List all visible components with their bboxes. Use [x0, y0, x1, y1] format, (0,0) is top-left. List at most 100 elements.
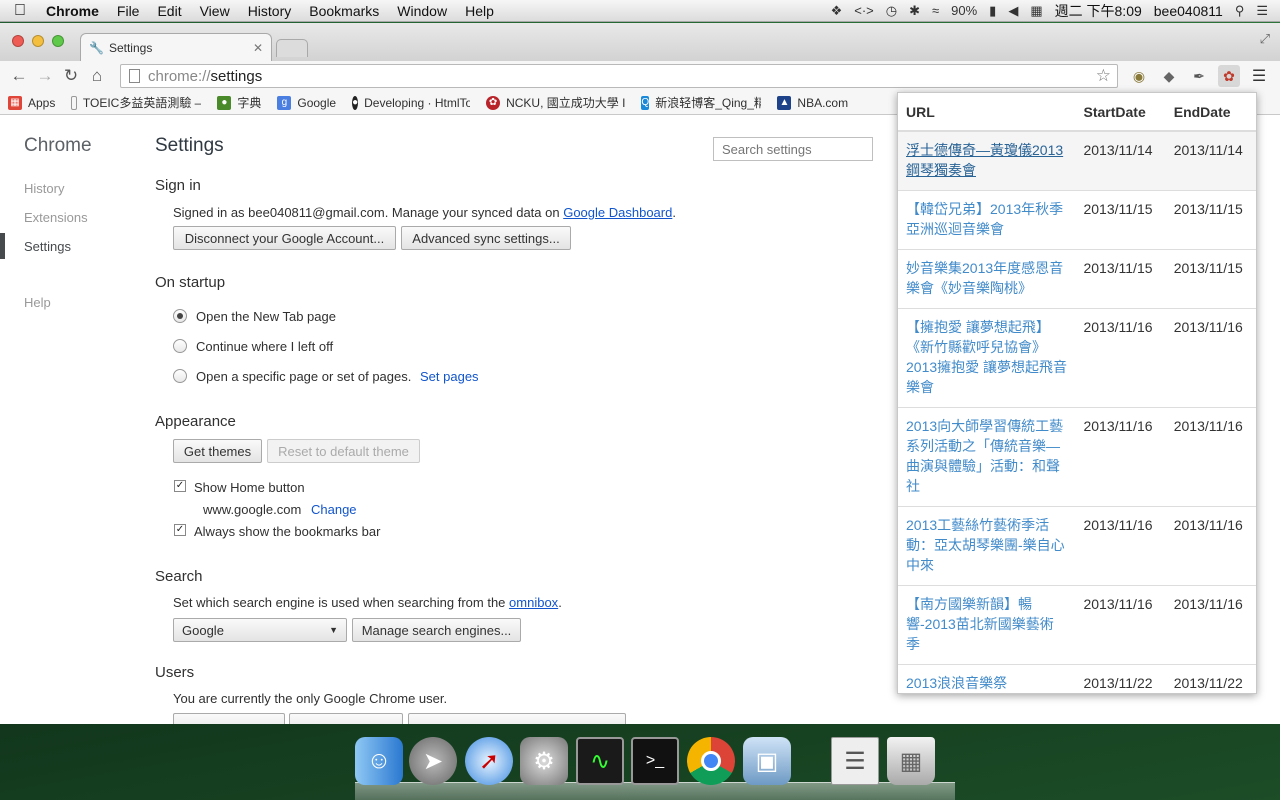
- search-engine-select[interactable]: Google ▼: [173, 618, 347, 642]
- bookmark-google[interactable]: g Google: [277, 95, 336, 110]
- wifi-icon[interactable]: ≈: [932, 3, 939, 18]
- event-link[interactable]: 【南方國樂新韻】暢響-2013苗北新國樂藝術季: [898, 585, 1076, 665]
- menu-bookmarks[interactable]: Bookmarks: [300, 3, 388, 19]
- menu-view[interactable]: View: [191, 3, 239, 19]
- trash-icon[interactable]: ▦: [887, 737, 935, 785]
- bookmark-developing[interactable]: ● Developing · HtmlTo: [352, 95, 470, 110]
- manage-search-engines-button[interactable]: Manage search engines...: [352, 618, 521, 642]
- chrome-menu-icon[interactable]: ☰: [1248, 65, 1270, 87]
- users-button[interactable]: [173, 713, 285, 724]
- apple-icon[interactable]: : [0, 2, 40, 20]
- nav-item-history[interactable]: History: [24, 181, 64, 196]
- bookmark-qing[interactable]: Q 新浪轻博客_Qing_精选: [641, 94, 761, 111]
- spotlight-icon[interactable]: ⚲: [1235, 3, 1245, 19]
- extension-eyedropper-icon[interactable]: ✒: [1188, 65, 1210, 87]
- input-method-icon[interactable]: ▦: [1030, 3, 1042, 19]
- extension-tag-icon[interactable]: ◆: [1158, 65, 1180, 87]
- preview-icon[interactable]: ▣: [743, 737, 791, 785]
- battery-icon[interactable]: ▮: [989, 3, 996, 19]
- bookmark-dictionary[interactable]: ● 字典: [217, 94, 261, 111]
- launchpad-icon[interactable]: ➤: [409, 737, 457, 785]
- chrome-icon[interactable]: [687, 737, 735, 785]
- signin-status: Signed in as bee040811@gmail.com. Manage…: [173, 205, 560, 220]
- omnibox-link[interactable]: omnibox: [509, 595, 558, 610]
- home-icon[interactable]: ⌂: [84, 66, 110, 86]
- dropbox-icon[interactable]: ❖: [831, 3, 843, 19]
- reset-theme-button[interactable]: Reset to default theme: [267, 439, 420, 463]
- reload-icon[interactable]: ↻: [58, 66, 84, 86]
- menu-file[interactable]: File: [108, 3, 149, 19]
- code-icon[interactable]: <·>: [854, 3, 874, 18]
- bookmarks-bar-checkbox[interactable]: ✓: [174, 524, 186, 536]
- show-home-checkbox[interactable]: ✓: [174, 480, 186, 492]
- activity-monitor-icon[interactable]: ∿: [576, 737, 624, 785]
- event-link[interactable]: 【擁抱愛 讓夢想起飛】《新竹縣歡呼兒協會》2013擁抱愛 讓夢想起飛音樂會: [898, 308, 1076, 408]
- forward-icon[interactable]: →: [32, 66, 58, 86]
- set-pages-link[interactable]: Set pages: [420, 369, 479, 384]
- menu-help[interactable]: Help: [456, 3, 503, 19]
- menu-window[interactable]: Window: [388, 3, 456, 19]
- start-date: 2013/11/16: [1075, 308, 1166, 408]
- start-date: 2013/11/15: [1075, 190, 1166, 250]
- time-machine-icon[interactable]: ◷: [886, 3, 897, 19]
- menu-history[interactable]: History: [239, 3, 301, 19]
- nav-item-help[interactable]: Help: [24, 295, 51, 310]
- notification-center-icon[interactable]: ☰: [1256, 3, 1268, 19]
- bookmark-star-icon[interactable]: ☆: [1096, 66, 1111, 86]
- google-dashboard-link[interactable]: Google Dashboard: [563, 205, 672, 220]
- close-tab-icon[interactable]: ✕: [253, 41, 263, 55]
- extension-globe-icon[interactable]: ◉: [1128, 65, 1150, 87]
- startup-specific-label[interactable]: Open a specific page or set of pages.: [196, 369, 411, 384]
- clock[interactable]: 週二 下午8:09: [1055, 1, 1142, 21]
- advanced-sync-button[interactable]: Advanced sync settings...: [401, 226, 571, 250]
- nav-item-settings[interactable]: Settings: [24, 239, 71, 254]
- close-window-button[interactable]: [12, 35, 24, 47]
- terminal-icon[interactable]: >_: [631, 737, 679, 785]
- end-date: 2013/11/15: [1165, 190, 1256, 250]
- users-button[interactable]: [289, 713, 403, 724]
- show-home-label[interactable]: Show Home button: [194, 480, 305, 495]
- tab-settings[interactable]: 🔧 Settings ✕: [80, 33, 272, 61]
- bookmark-toeic[interactable]: TOEIC多益英語測驗 –: [71, 94, 201, 111]
- event-link[interactable]: 2013工藝絲竹藝術季活動：亞太胡琴樂團-樂自心中來: [898, 506, 1076, 586]
- event-link[interactable]: 浮士德傳奇—黃瓊儀2013鋼琴獨奏會: [898, 130, 1076, 191]
- event-link[interactable]: 【韓岱兄弟】2013年秋季亞洲巡迴音樂會: [898, 190, 1076, 250]
- volume-icon[interactable]: ◀: [1008, 3, 1018, 19]
- system-preferences-icon[interactable]: ⚙: [520, 737, 568, 785]
- bookmark-label: 字典: [237, 96, 262, 110]
- change-home-link[interactable]: Change: [311, 502, 357, 517]
- get-themes-button[interactable]: Get themes: [173, 439, 262, 463]
- disconnect-account-button[interactable]: Disconnect your Google Account...: [173, 226, 396, 250]
- minimize-window-button[interactable]: [32, 35, 44, 47]
- extension-event-icon[interactable]: ✿: [1218, 65, 1240, 87]
- menu-edit[interactable]: Edit: [148, 3, 190, 19]
- startup-new-tab-label[interactable]: Open the New Tab page: [196, 309, 336, 324]
- safari-icon[interactable]: ➚: [465, 737, 513, 785]
- documents-icon[interactable]: ☰: [831, 737, 879, 785]
- back-icon[interactable]: ←: [6, 66, 32, 86]
- zoom-window-button[interactable]: [52, 35, 64, 47]
- bookmark-ncku[interactable]: ✿ NCKU, 國立成功大學 I: [486, 94, 625, 111]
- fullscreen-icon[interactable]: ⤢: [1260, 31, 1270, 47]
- signin-text: Signed in as bee040811@gmail.com. Manage…: [173, 205, 676, 220]
- event-link[interactable]: 妙音樂集2013年度感恩音樂會《妙音樂陶桃》: [898, 249, 1076, 309]
- bookmark-apps[interactable]: ▦ Apps: [8, 95, 55, 110]
- bluetooth-icon[interactable]: ✱: [909, 3, 920, 19]
- nav-item-extensions[interactable]: Extensions: [24, 210, 88, 225]
- startup-continue-label[interactable]: Continue where I left off: [196, 339, 333, 354]
- event-link[interactable]: 2013向大師學習傳統工藝系列活動之「傳統音樂—曲演與體驗」活動：和聲社: [898, 407, 1076, 507]
- bookmark-nba[interactable]: ▲ NBA.com: [777, 95, 848, 110]
- event-link[interactable]: 2013浪浪音樂祭: [898, 664, 1076, 693]
- menu-app-name[interactable]: Chrome: [40, 3, 108, 19]
- bookmarks-bar-label[interactable]: Always show the bookmarks bar: [194, 524, 380, 539]
- user-name[interactable]: bee040811: [1154, 3, 1223, 19]
- users-button[interactable]: [408, 713, 626, 724]
- startup-specific-radio[interactable]: [173, 369, 187, 383]
- search-settings-input[interactable]: [713, 137, 873, 161]
- battery-label[interactable]: 90%: [951, 3, 977, 18]
- finder-icon[interactable]: ☺: [355, 737, 403, 785]
- startup-continue-radio[interactable]: [173, 339, 187, 353]
- startup-new-tab-radio[interactable]: [173, 309, 187, 323]
- omnibox[interactable]: chrome:// settings ☆: [120, 64, 1118, 88]
- new-tab-button[interactable]: [276, 39, 308, 57]
